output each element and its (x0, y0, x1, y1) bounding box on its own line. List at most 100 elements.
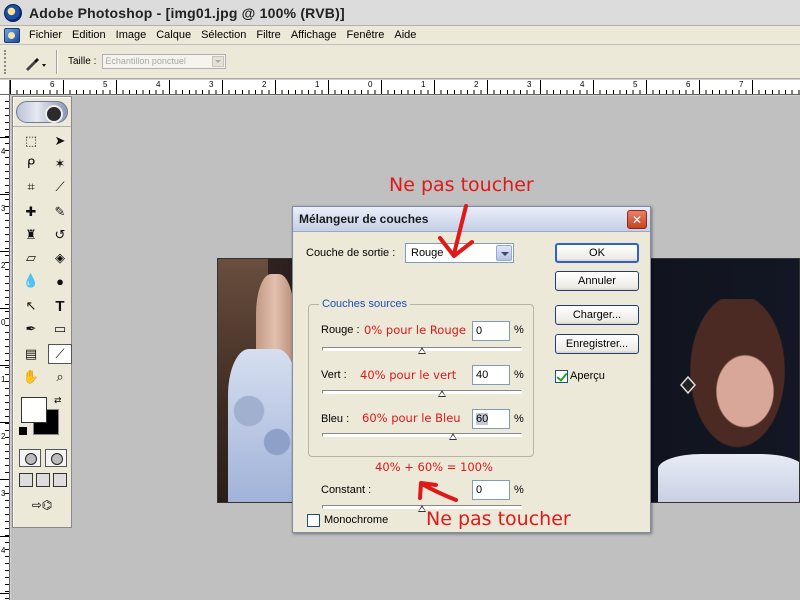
green-slider-thumb[interactable] (438, 390, 446, 397)
monochrome-checkbox[interactable] (307, 514, 320, 527)
path-select-icon[interactable]: ↖ (19, 296, 43, 316)
magic-wand-icon[interactable]: ✶ (48, 154, 72, 174)
blur-icon[interactable]: 💧 (19, 271, 43, 291)
ruler-h-label: 0 (368, 80, 373, 89)
blue-percent: % (514, 413, 524, 425)
bucket-icon[interactable]: ◈ (48, 248, 72, 268)
photo-girl-collar (658, 454, 799, 502)
ruler-h-label: 4 (580, 80, 585, 89)
ruler-origin[interactable] (0, 80, 10, 95)
tools-palette-header[interactable] (13, 97, 71, 127)
move-icon[interactable]: ➤ (48, 131, 72, 151)
document-menu-icon[interactable] (4, 27, 20, 43)
standard-screen-icon[interactable] (19, 473, 33, 487)
green-slider[interactable] (322, 390, 522, 394)
ruler-v-label: 4 (1, 147, 6, 156)
green-percent: % (514, 369, 524, 381)
menu-calque[interactable]: Calque (152, 26, 197, 45)
ruler-h-label: 5 (633, 80, 638, 89)
menu-image[interactable]: Image (112, 26, 153, 45)
menu-affichage[interactable]: Affichage (287, 26, 343, 45)
pen-icon[interactable]: ✒ (19, 319, 43, 339)
preview-checkbox[interactable] (555, 370, 568, 383)
photoshop-app-icon[interactable] (4, 3, 22, 22)
title-bar: Adobe Photoshop - [img01.jpg @ 100% (RVB… (0, 0, 800, 26)
load-button[interactable]: Charger... (555, 305, 639, 325)
type-icon[interactable]: T (48, 296, 72, 316)
hand-icon[interactable]: ✋ (19, 367, 43, 387)
adobe-online-icon[interactable] (16, 100, 68, 123)
lasso-icon[interactable]: ᑭ (19, 154, 43, 174)
options-bar: Taille : Echantillon ponctuel (0, 45, 800, 79)
notes-icon[interactable]: ▤ (19, 344, 43, 364)
full-screen-icon[interactable] (53, 473, 67, 487)
eraser-icon[interactable]: ▱ (19, 248, 43, 268)
menu-filtre[interactable]: Filtre (252, 26, 286, 45)
photo-child-pajamas (228, 349, 298, 502)
menu-fenetre[interactable]: Fenêtre (342, 26, 390, 45)
red-label: Rouge : (321, 324, 360, 336)
constant-input[interactable]: 0 (472, 480, 510, 500)
foreground-color-swatch[interactable] (21, 397, 47, 423)
ruler-h-label: 4 (156, 80, 161, 89)
red-percent: % (514, 324, 524, 336)
ok-button[interactable]: OK (555, 243, 639, 263)
red-slider-thumb[interactable] (418, 347, 426, 354)
healing-icon[interactable]: ✚ (19, 202, 43, 222)
zoom-icon[interactable]: ⌕ (48, 367, 72, 387)
jump-to-imageready-icon[interactable]: ⇨⌬ (19, 495, 65, 515)
sample-size-select[interactable]: Echantillon ponctuel (102, 54, 227, 69)
ruler-h-label: 2 (474, 80, 479, 89)
preview-label: Aperçu (570, 370, 605, 382)
history-brush-icon[interactable]: ↺ (48, 225, 72, 245)
blue-slider-thumb[interactable] (449, 433, 457, 440)
menu-selection[interactable]: Sélection (197, 26, 252, 45)
quick-mask-icon[interactable] (45, 449, 67, 467)
monochrome-label: Monochrome (324, 514, 389, 526)
tools-palette: ⬚ ➤ ᑭ ✶ ⌗ ⟋ ✚ ✎ ♜ ↺ ▱ ◈ 💧 ● ↖ T ✒ ▭ ▤ ⟋ … (12, 96, 72, 528)
shape-icon[interactable]: ▭ (48, 319, 72, 339)
ruler-h-label: 1 (315, 80, 320, 89)
swap-colors-icon[interactable]: ⇄ (54, 395, 62, 406)
close-icon[interactable]: ✕ (627, 210, 647, 229)
red-input[interactable]: 0 (472, 321, 510, 341)
sample-cursor-icon (680, 376, 696, 394)
ruler-v-label: 2 (1, 432, 6, 441)
slice-icon[interactable]: ⟋ (48, 177, 72, 197)
ruler-h-label: 1 (421, 80, 426, 89)
green-input[interactable]: 40 (472, 365, 510, 385)
red-note: 0% pour le Rouge (364, 323, 467, 337)
ruler-v-label: 0 (1, 318, 6, 327)
ruler-v-label: 1 (1, 375, 6, 384)
default-colors-icon[interactable] (19, 427, 27, 435)
output-channel-label: Couche de sortie : (306, 247, 396, 259)
burn-icon[interactable]: ● (48, 271, 72, 291)
menu-edition[interactable]: Edition (68, 26, 112, 45)
eyedropper-icon (26, 57, 46, 71)
standard-mode-icon[interactable] (19, 449, 41, 467)
save-button[interactable]: Enregistrer... (555, 334, 639, 354)
annotation-arrow-top (438, 204, 474, 258)
options-bar-grip[interactable] (4, 49, 10, 74)
menu-fichier[interactable]: Fichier (25, 26, 68, 45)
blue-input[interactable]: 60 (472, 409, 510, 429)
stamp-icon[interactable]: ♜ (19, 225, 43, 245)
constant-percent: % (514, 484, 524, 496)
eyedropper-icon[interactable]: ⟋ (48, 344, 72, 364)
crop-icon[interactable]: ⌗ (19, 177, 43, 197)
tool-preset-picker[interactable] (20, 50, 50, 74)
full-screen-menu-icon[interactable] (36, 473, 50, 487)
ruler-h-label: 3 (527, 80, 532, 89)
source-channels-title: Couches sources (319, 298, 410, 310)
options-separator (56, 49, 58, 74)
marquee-icon[interactable]: ⬚ (19, 131, 43, 151)
vertical-ruler[interactable] (0, 80, 10, 600)
brush-icon[interactable]: ✎ (48, 202, 72, 222)
sum-note: 40% + 60% = 100% (375, 460, 493, 474)
horizontal-ruler[interactable] (10, 80, 800, 95)
menu-aide[interactable]: Aide (390, 26, 422, 45)
ruler-v-label: 2 (1, 261, 6, 270)
cancel-button[interactable]: Annuler (555, 271, 639, 291)
ruler-v-label: 4 (1, 546, 6, 555)
blue-slider[interactable] (322, 433, 522, 437)
